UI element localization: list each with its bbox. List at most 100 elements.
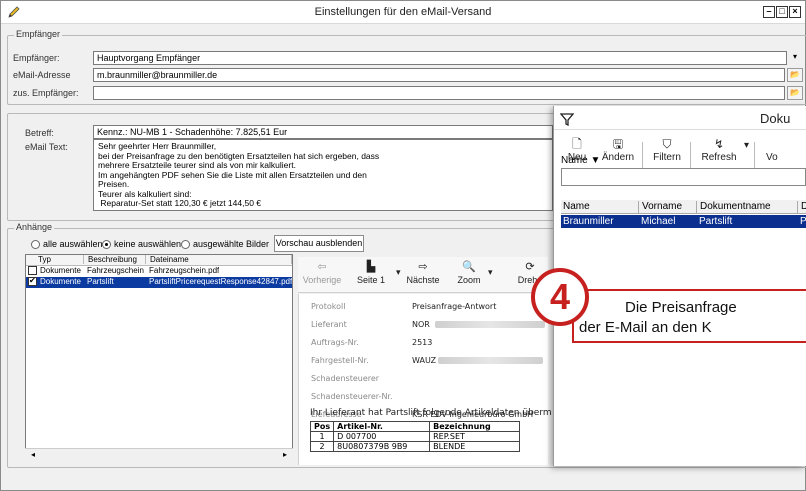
window-title: Einstellungen für den eMail-Versand — [314, 6, 492, 18]
prev-page-label: Vorherige — [302, 275, 342, 285]
sort-field-label[interactable]: Name ▼ — [561, 155, 600, 166]
filter-icon: ⛉ — [662, 137, 672, 151]
select-all-option[interactable]: alle auswählen — [31, 239, 103, 250]
empfaenger-label: Empfänger: — [13, 53, 60, 63]
edit-button[interactable]: 🖫 Ändern — [598, 136, 638, 163]
grid-col-vorname[interactable]: Vorname — [638, 201, 682, 214]
page-select-button[interactable]: ▙ Seite 1 — [348, 259, 394, 285]
edit-icon: 🖫 — [612, 137, 624, 151]
email-label: eMail-Adresse — [13, 70, 71, 80]
grid-col-name[interactable]: Name — [563, 201, 590, 212]
attachment-checkbox[interactable] — [28, 266, 37, 275]
new-document-icon: 🗋 — [572, 137, 582, 151]
select-all-label: alle auswählen — [43, 239, 103, 249]
sort-search-input[interactable] — [561, 168, 806, 186]
attachment-dateiname: PartsliftPricerequestResponse42847.pdf — [149, 277, 292, 286]
attachment-beschreibung: Partslift — [87, 277, 114, 286]
zus-empfaenger-input[interactable] — [93, 86, 785, 100]
email-text-area[interactable]: Sehr geehrter Herr Braunmiller, bei der … — [93, 139, 553, 211]
redaction-blur — [438, 357, 543, 364]
email-browse-button[interactable]: 📂 — [787, 68, 803, 82]
col-typ[interactable]: Typ — [36, 255, 84, 264]
refresh-button[interactable]: ↯ Refresh — [696, 136, 742, 163]
prev-page-button[interactable]: ⇦ Vorherige — [302, 259, 342, 285]
select-none-option[interactable]: keine auswählen — [102, 239, 182, 250]
email-input[interactable]: m.braunmiller@braunmiller.de — [93, 68, 785, 82]
zus-empfaenger-label: zus. Empfänger: — [13, 88, 79, 98]
select-images-label: ausgewählte Bilder — [193, 239, 270, 249]
select-none-label: keine auswählen — [114, 239, 182, 249]
refresh-icon: ↯ — [713, 137, 725, 151]
grid-cell-vorname: Michael — [641, 216, 676, 227]
close-button[interactable]: × — [789, 6, 801, 18]
scroll-right-arrow-icon[interactable]: ▸ — [279, 450, 291, 461]
pdf-field-key: Protokoll — [311, 302, 346, 311]
table-row[interactable]: Braunmiller Michael Partslift P — [561, 215, 806, 228]
pdf-field-key: Schadensteuerer — [311, 374, 380, 383]
pdf-field-value: NOR — [412, 320, 430, 329]
select-all-radio[interactable] — [31, 240, 40, 250]
documents-grid-header: Name Vorname Dokumentname D — [561, 200, 806, 214]
pdf-field-value: Preisanfrage-Antwort — [412, 302, 497, 311]
select-none-radio[interactable] — [102, 240, 111, 250]
page-select-label: Seite 1 — [356, 275, 386, 285]
table-cell: 2 — [309, 441, 335, 452]
col-dateiname[interactable]: Dateiname — [148, 255, 292, 264]
empfaenger-select[interactable]: Hauptvorgang Empfänger — [93, 51, 787, 65]
table-cell: 1 — [309, 431, 335, 442]
redaction-blur — [435, 321, 545, 328]
empfaenger-dropdown-button[interactable]: ▾ — [787, 51, 803, 65]
list-item[interactable]: Dokumente Partslift PartsliftPricereques… — [26, 277, 292, 288]
table-row: 2 8U0807379B 9B9 BLENDE — [309, 441, 521, 452]
attachment-beschreibung: Fahrzeugschein — [87, 266, 144, 275]
toolbar-divider — [642, 142, 643, 170]
grid-col-d[interactable]: D — [797, 201, 806, 214]
refresh-dropdown-icon[interactable]: ▾ — [744, 140, 749, 151]
attachment-checkbox[interactable] — [28, 277, 37, 286]
attachment-typ: Dokumente — [40, 266, 81, 275]
grid-cell-name: Braunmiller — [563, 216, 614, 227]
callout-line-2: der E-Mail an den K — [579, 319, 712, 336]
attachments-hscrollbar[interactable]: ◂ ▸ — [25, 448, 293, 462]
page-icon: ▙ — [366, 261, 376, 273]
tutorial-callout: Die Preisanfrage der E-Mail an den K — [572, 289, 806, 343]
zoom-dropdown-icon[interactable]: ▾ — [488, 267, 493, 278]
minimize-button[interactable]: – — [763, 6, 775, 18]
step-number-badge: 4 — [531, 268, 589, 326]
page-dropdown-icon[interactable]: ▾ — [396, 267, 401, 278]
list-item[interactable]: Dokumente Fahrzeugschein Fahrzeugschein.… — [26, 266, 292, 277]
pdf-field-key: Auftrags-Nr. — [311, 338, 359, 347]
table-cell: BLENDE — [429, 441, 521, 452]
pdf-field-key: Lieferant — [311, 320, 347, 329]
pdf-field-key: Fahrgestell-Nr. — [311, 356, 369, 365]
maximize-button[interactable]: □ — [776, 6, 788, 18]
table-cell: REP.SET — [429, 431, 521, 442]
next-page-label: Nächste — [406, 275, 440, 285]
email-text-label: eMail Text: — [25, 142, 68, 152]
betreff-input[interactable]: Kennz.: NU-MB 1 - Schadenhöhe: 7.825,51 … — [93, 125, 553, 139]
callout-line-1: Die Preisanfrage — [625, 299, 737, 316]
col-beschreibung[interactable]: Beschreibung — [86, 255, 146, 264]
scroll-left-arrow-icon[interactable]: ◂ — [27, 450, 39, 461]
table-cell: 8U0807379B 9B9 — [333, 441, 431, 452]
more-button[interactable]: Vo — [766, 136, 806, 163]
more-button-label: Vo — [766, 152, 778, 163]
arrow-right-icon: ⇨ — [418, 261, 428, 273]
table-header-row: Pos Artikel-Nr. Bezeichnung — [309, 421, 521, 432]
table-header: Bezeichnung — [429, 421, 521, 432]
table-cell: D 007700 — [333, 431, 431, 442]
toolbar-divider — [754, 142, 755, 170]
attachments-list[interactable]: Typ Beschreibung Dateiname Dokumente Fah… — [25, 254, 293, 462]
select-images-radio[interactable] — [181, 240, 190, 250]
attachments-group-title: Anhänge — [14, 222, 55, 232]
select-images-option[interactable]: ausgewählte Bilder — [181, 239, 270, 250]
zus-empfaenger-browse-button[interactable]: 📂 — [787, 86, 803, 100]
pdf-intro: Ihr Lieferant hat Partslift folgende Art… — [310, 408, 552, 418]
pdf-toolbar: ⇦ Vorherige ▙ Seite 1 ▾ ⇨ Nächste 🔍 Zoom… — [298, 257, 548, 293]
grid-col-dokumentname[interactable]: Dokumentname — [696, 201, 771, 214]
zoom-button[interactable]: 🔍 Zoom — [452, 259, 486, 285]
next-page-button[interactable]: ⇨ Nächste — [402, 259, 444, 285]
hide-preview-button[interactable]: Vorschau ausblenden — [274, 235, 364, 252]
documents-panel-header: Doku — [554, 106, 806, 130]
filter-button[interactable]: ⛉ Filtern — [648, 136, 686, 163]
